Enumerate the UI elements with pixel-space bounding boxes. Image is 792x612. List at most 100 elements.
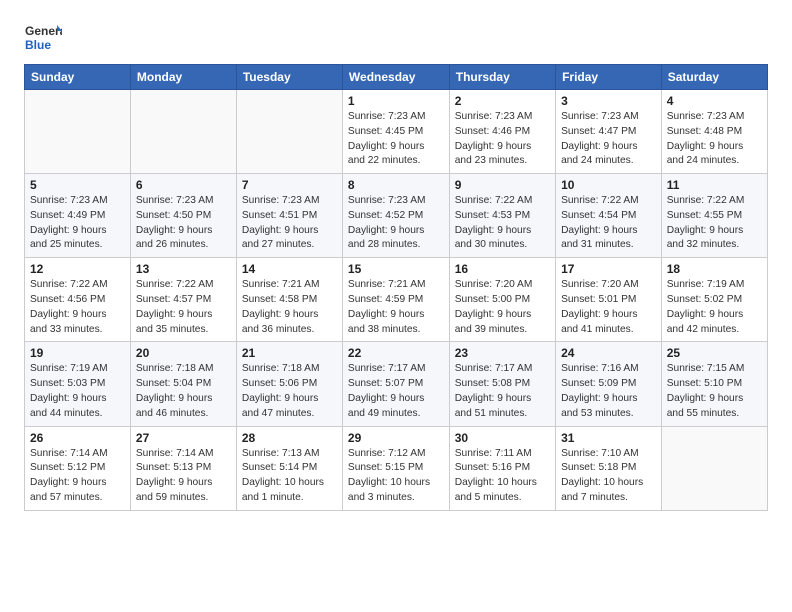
day-info: Sunrise: 7:22 AMSunset: 4:55 PMDaylight:… [667, 194, 762, 253]
day-info: Sunrise: 7:21 AMSunset: 4:59 PMDaylight:… [348, 278, 444, 337]
calendar-cell: 14 Sunrise: 7:21 AMSunset: 4:58 PMDayligh… [236, 258, 342, 342]
day-number: 28 [242, 431, 337, 445]
day-number: 4 [667, 94, 762, 108]
day-number: 19 [30, 346, 125, 360]
day-info: Sunrise: 7:19 AMSunset: 5:02 PMDaylight:… [667, 278, 762, 337]
day-number: 29 [348, 431, 444, 445]
day-info: Sunrise: 7:23 AMSunset: 4:45 PMDaylight:… [348, 110, 444, 169]
day-number: 11 [667, 178, 762, 192]
day-number: 24 [561, 346, 656, 360]
day-info: Sunrise: 7:21 AMSunset: 4:58 PMDaylight:… [242, 278, 337, 337]
week-row-2: 5Sunrise: 7:23 AMSunset: 4:49 PMDaylight… [25, 174, 768, 258]
day-number: 14 [242, 262, 337, 276]
calendar-cell [25, 90, 131, 174]
day-info: Sunrise: 7:18 AMSunset: 5:04 PMDaylight:… [136, 362, 231, 421]
col-header-saturday: Saturday [661, 65, 767, 90]
calendar-cell: 11 Sunrise: 7:22 AMSunset: 4:55 PMDayligh… [661, 174, 767, 258]
page: General Blue SundayMondayTuesdayWednesda… [0, 0, 792, 612]
calendar-cell: 25Sunrise: 7:15 AMSunset: 5:10 PMDayligh… [661, 342, 767, 426]
calendar-cell [130, 90, 236, 174]
day-info: Sunrise: 7:13 AMSunset: 5:14 PMDaylight:… [242, 447, 337, 506]
day-info: Sunrise: 7:20 AMSunset: 5:01 PMDaylight:… [561, 278, 656, 337]
calendar-cell: 9 Sunrise: 7:22 AMSunset: 4:53 PMDaylight… [449, 174, 555, 258]
day-number: 21 [242, 346, 337, 360]
day-number: 5 [30, 178, 125, 192]
day-number: 6 [136, 178, 231, 192]
calendar-cell [236, 90, 342, 174]
day-info: Sunrise: 7:22 AMSunset: 4:54 PMDaylight:… [561, 194, 656, 253]
calendar-cell: 29 Sunrise: 7:12 AMSunset: 5:15 PMDayligh… [342, 426, 449, 510]
day-number: 10 [561, 178, 656, 192]
calendar-cell: 4 Sunrise: 7:23 AMSunset: 4:48 PMDaylight… [661, 90, 767, 174]
day-info: Sunrise: 7:19 AMSunset: 5:03 PMDaylight:… [30, 362, 125, 421]
svg-text:General: General [25, 24, 62, 38]
day-number: 9 [455, 178, 550, 192]
logo: General Blue [24, 18, 62, 56]
day-info: Sunrise: 7:22 AMSunset: 4:53 PMDaylight:… [455, 194, 550, 253]
day-info: Sunrise: 7:15 AMSunset: 5:10 PMDaylight:… [667, 362, 762, 421]
day-number: 22 [348, 346, 444, 360]
calendar-cell: 22 Sunrise: 7:17 AMSunset: 5:07 PMDayligh… [342, 342, 449, 426]
day-info: Sunrise: 7:14 AMSunset: 5:12 PMDaylight:… [30, 447, 125, 506]
calendar-cell: 15 Sunrise: 7:21 AMSunset: 4:59 PMDayligh… [342, 258, 449, 342]
day-info: Sunrise: 7:10 AMSunset: 5:18 PMDaylight:… [561, 447, 656, 506]
day-number: 17 [561, 262, 656, 276]
col-header-sunday: Sunday [25, 65, 131, 90]
calendar-cell: 28 Sunrise: 7:13 AMSunset: 5:14 PMDayligh… [236, 426, 342, 510]
calendar-cell: 19 Sunrise: 7:19 AMSunset: 5:03 PMDayligh… [25, 342, 131, 426]
calendar-cell: 17 Sunrise: 7:20 AMSunset: 5:01 PMDayligh… [556, 258, 662, 342]
calendar-cell: 5Sunrise: 7:23 AMSunset: 4:49 PMDaylight… [25, 174, 131, 258]
day-info: Sunrise: 7:23 AMSunset: 4:51 PMDaylight:… [242, 194, 337, 253]
day-number: 23 [455, 346, 550, 360]
week-row-1: 1 Sunrise: 7:23 AMSunset: 4:45 PMDaylight… [25, 90, 768, 174]
day-number: 1 [348, 94, 444, 108]
day-number: 18 [667, 262, 762, 276]
header: General Blue [24, 18, 768, 56]
col-header-wednesday: Wednesday [342, 65, 449, 90]
calendar-cell: 3 Sunrise: 7:23 AMSunset: 4:47 PMDaylight… [556, 90, 662, 174]
calendar-cell: 20 Sunrise: 7:18 AMSunset: 5:04 PMDayligh… [130, 342, 236, 426]
col-header-friday: Friday [556, 65, 662, 90]
calendar-cell: 21 Sunrise: 7:18 AMSunset: 5:06 PMDayligh… [236, 342, 342, 426]
day-info: Sunrise: 7:23 AMSunset: 4:46 PMDaylight:… [455, 110, 550, 169]
svg-text:Blue: Blue [25, 38, 51, 52]
day-info: Sunrise: 7:12 AMSunset: 5:15 PMDaylight:… [348, 447, 444, 506]
day-number: 7 [242, 178, 337, 192]
calendar-cell: 6 Sunrise: 7:23 AMSunset: 4:50 PMDaylight… [130, 174, 236, 258]
day-number: 20 [136, 346, 231, 360]
calendar-cell: 24Sunrise: 7:16 AMSunset: 5:09 PMDayligh… [556, 342, 662, 426]
day-info: Sunrise: 7:22 AMSunset: 4:57 PMDaylight:… [136, 278, 231, 337]
day-info: Sunrise: 7:14 AMSunset: 5:13 PMDaylight:… [136, 447, 231, 506]
day-info: Sunrise: 7:22 AMSunset: 4:56 PMDaylight:… [30, 278, 125, 337]
day-info: Sunrise: 7:23 AMSunset: 4:50 PMDaylight:… [136, 194, 231, 253]
col-header-monday: Monday [130, 65, 236, 90]
calendar-cell [661, 426, 767, 510]
calendar-cell: 8Sunrise: 7:23 AMSunset: 4:52 PMDaylight… [342, 174, 449, 258]
calendar-cell: 12Sunrise: 7:22 AMSunset: 4:56 PMDayligh… [25, 258, 131, 342]
calendar-table: SundayMondayTuesdayWednesdayThursdayFrid… [24, 64, 768, 511]
day-number: 26 [30, 431, 125, 445]
day-info: Sunrise: 7:11 AMSunset: 5:16 PMDaylight:… [455, 447, 550, 506]
day-info: Sunrise: 7:23 AMSunset: 4:48 PMDaylight:… [667, 110, 762, 169]
week-row-3: 12Sunrise: 7:22 AMSunset: 4:56 PMDayligh… [25, 258, 768, 342]
calendar-cell: 26 Sunrise: 7:14 AMSunset: 5:12 PMDayligh… [25, 426, 131, 510]
calendar-cell: 1 Sunrise: 7:23 AMSunset: 4:45 PMDaylight… [342, 90, 449, 174]
day-info: Sunrise: 7:20 AMSunset: 5:00 PMDaylight:… [455, 278, 550, 337]
day-info: Sunrise: 7:23 AMSunset: 4:47 PMDaylight:… [561, 110, 656, 169]
calendar-header-row: SundayMondayTuesdayWednesdayThursdayFrid… [25, 65, 768, 90]
day-number: 16 [455, 262, 550, 276]
day-info: Sunrise: 7:17 AMSunset: 5:08 PMDaylight:… [455, 362, 550, 421]
week-row-4: 19 Sunrise: 7:19 AMSunset: 5:03 PMDayligh… [25, 342, 768, 426]
col-header-thursday: Thursday [449, 65, 555, 90]
day-number: 27 [136, 431, 231, 445]
calendar-cell: 16 Sunrise: 7:20 AMSunset: 5:00 PMDayligh… [449, 258, 555, 342]
calendar-cell: 31Sunrise: 7:10 AMSunset: 5:18 PMDayligh… [556, 426, 662, 510]
day-info: Sunrise: 7:17 AMSunset: 5:07 PMDaylight:… [348, 362, 444, 421]
day-number: 15 [348, 262, 444, 276]
day-info: Sunrise: 7:18 AMSunset: 5:06 PMDaylight:… [242, 362, 337, 421]
day-number: 2 [455, 94, 550, 108]
day-number: 3 [561, 94, 656, 108]
logo-bird-icon: General Blue [24, 18, 62, 56]
calendar-cell: 23 Sunrise: 7:17 AMSunset: 5:08 PMDayligh… [449, 342, 555, 426]
week-row-5: 26 Sunrise: 7:14 AMSunset: 5:12 PMDayligh… [25, 426, 768, 510]
